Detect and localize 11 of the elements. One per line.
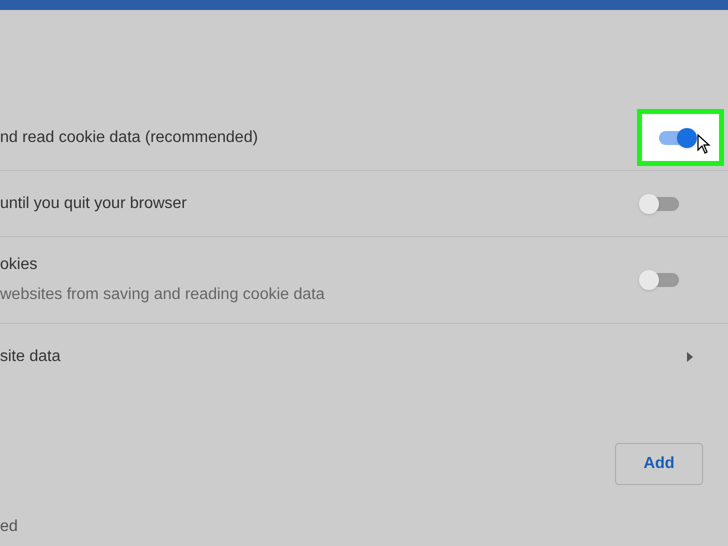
setting-description: websites from saving and reading cookie data xyxy=(0,285,325,305)
setting-label: until you quit your browser xyxy=(0,194,187,214)
toggle-switch[interactable] xyxy=(639,194,681,214)
setting-label: nd read cookie data (recommended) xyxy=(0,128,258,148)
setting-label: site data xyxy=(0,347,60,367)
add-button[interactable]: Add xyxy=(615,443,703,485)
setting-label: okies xyxy=(0,255,38,275)
arrow-right-icon[interactable] xyxy=(687,352,693,362)
toggle-switch[interactable] xyxy=(639,270,681,290)
status-text: ed xyxy=(0,518,18,535)
cursor-icon xyxy=(697,134,711,154)
